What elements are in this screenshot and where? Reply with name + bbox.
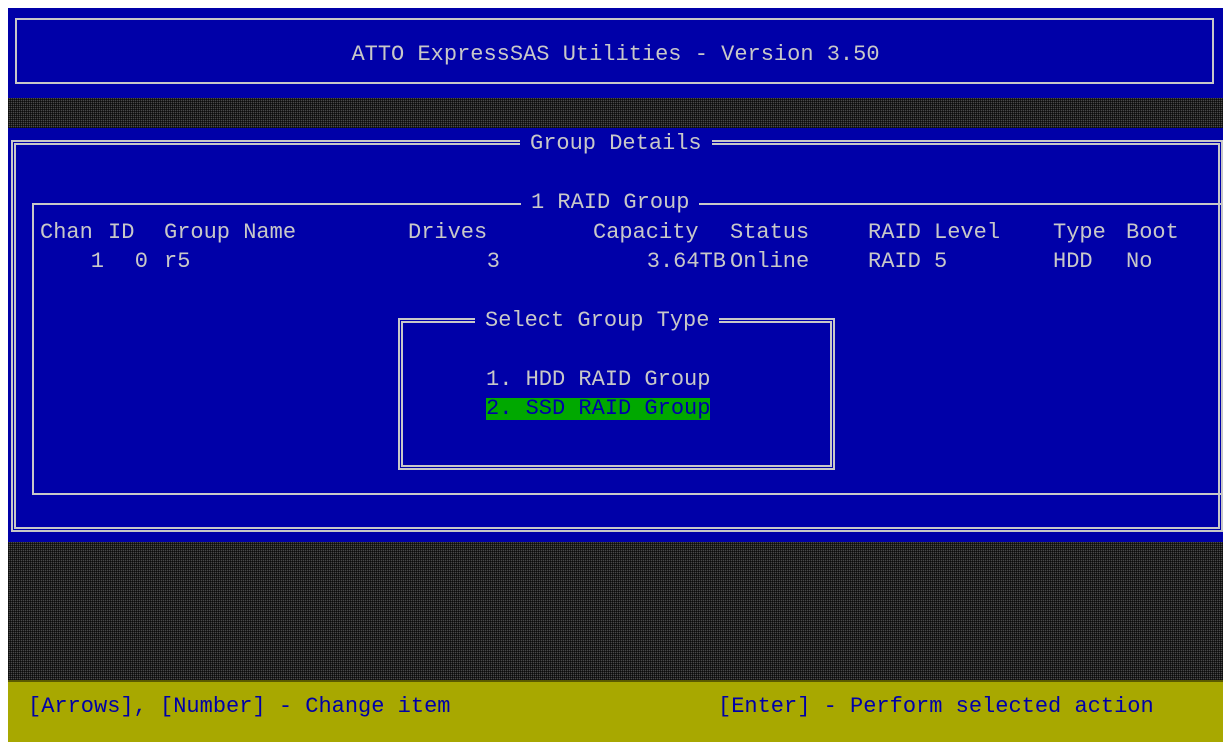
background-pattern-top [8, 98, 1223, 128]
col-status: Status [730, 220, 810, 245]
dialog-title: Select Group Type [475, 310, 720, 332]
col-boot: Boot [1126, 220, 1179, 245]
cell-group-name: r5 [164, 249, 191, 274]
dialog-frame [398, 318, 835, 470]
hint-change-item: [Arrows], [Number] - Change item [28, 694, 451, 719]
cell-drives: 3 [486, 249, 500, 274]
cell-type: HDD [1053, 249, 1093, 274]
title-bar: ATTO ExpressSAS Utilities - Version 3.50 [8, 8, 1223, 98]
col-id: ID [108, 220, 135, 245]
background-pattern-bottom [8, 542, 1223, 680]
group-details-title: Group Details [520, 133, 712, 155]
hint-perform-action: [Enter] - Perform selected action [718, 694, 1154, 719]
col-raid-level: RAID Level [868, 220, 1001, 245]
cell-id: 0 [134, 249, 148, 274]
option-hdd-raid-group[interactable]: 1. HDD RAID Group [486, 369, 710, 391]
cell-boot: No [1126, 249, 1153, 274]
option-ssd-raid-group[interactable]: 2. SSD RAID Group [486, 398, 711, 420]
cell-capacity: 3.64TB [646, 249, 726, 274]
col-group-name: Group Name [164, 220, 297, 245]
col-capacity: Capacity [593, 220, 699, 245]
col-drives: Drives [408, 220, 488, 245]
col-type: Type [1053, 220, 1106, 245]
status-bar: [Arrows], [Number] - Change item [Enter]… [8, 680, 1223, 742]
col-chan: Chan [40, 220, 93, 245]
app-title: ATTO ExpressSAS Utilities - Version 3.50 [351, 42, 880, 67]
group-details-panel: Group Details 1 RAID Group Chan ID Group… [8, 128, 1223, 542]
raid-group-title: 1 RAID Group [521, 192, 700, 214]
cell-status: Online [730, 249, 810, 274]
cell-raid-level: RAID 5 [868, 249, 948, 274]
cell-chan: 1 [90, 249, 104, 274]
